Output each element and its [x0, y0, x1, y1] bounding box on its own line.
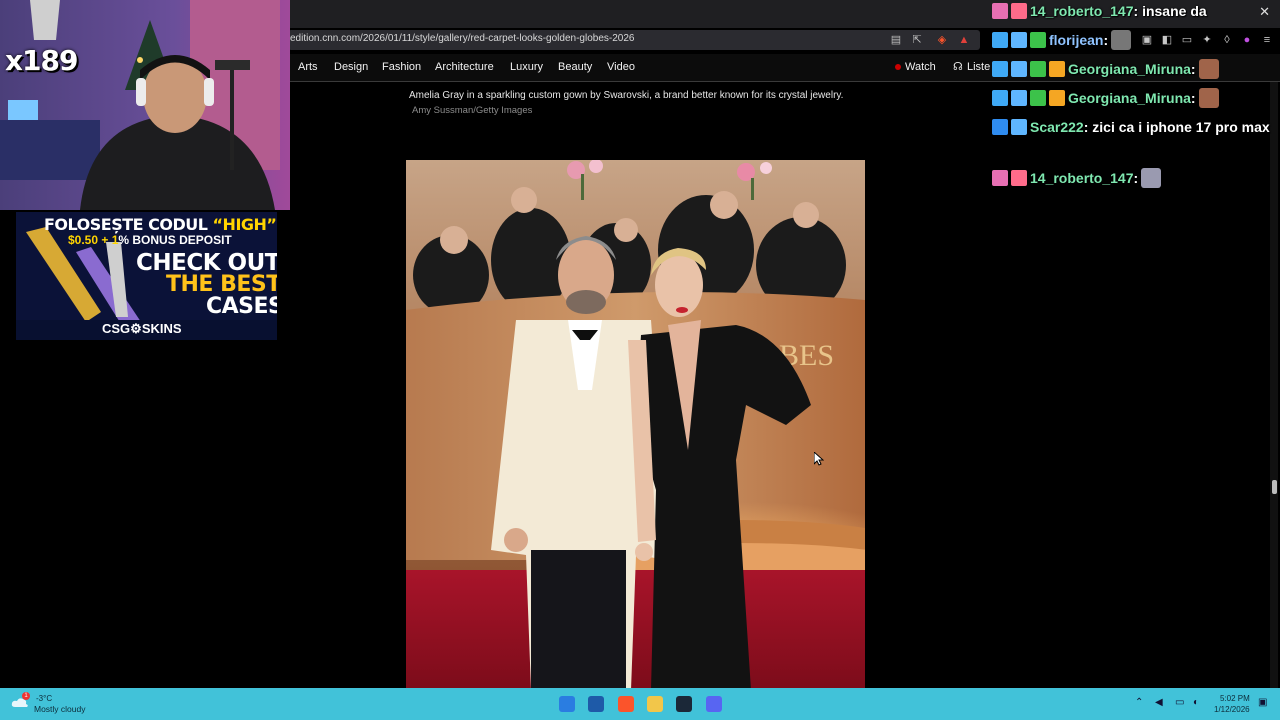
- bits-badge-icon: [1049, 61, 1065, 77]
- nav-item-video[interactable]: Video: [607, 61, 635, 73]
- sponsor-ad-banner[interactable]: FOLOSEȘTE CODUL “HIGH” $0.50 + 1% BONUS …: [16, 212, 277, 340]
- mod-badge-icon: [1011, 61, 1027, 77]
- mod-badge-icon: [1011, 32, 1027, 48]
- ad-promo-text: FOLOSEȘTE CODUL: [44, 215, 213, 234]
- chat-message: Georgiana_Miruna:: [992, 87, 1272, 110]
- badge-icon: [992, 32, 1008, 48]
- emote-icon: [1111, 30, 1132, 50]
- chat-separator: :: [1133, 170, 1139, 186]
- red-carpet-photo-illustration: BES: [406, 160, 865, 690]
- ad-brand-logo: CSG⚙SKINS: [102, 321, 182, 336]
- badge-icon: [992, 90, 1008, 106]
- badge-icon: [992, 3, 1008, 19]
- chat-text: zici ca i iphone 17 pro max: [1088, 119, 1270, 135]
- chat-message: 14_roberto_147:: [992, 167, 1272, 190]
- ad-promo-code: FOLOSEȘTE CODUL “HIGH”: [44, 215, 277, 234]
- headphones-icon[interactable]: ☊: [953, 60, 963, 73]
- streamer-webcam-illustration: [0, 0, 290, 210]
- scrollbar-thumb[interactable]: [1272, 480, 1277, 494]
- file-explorer-icon[interactable]: [647, 696, 663, 712]
- rewards-icon[interactable]: ▲: [957, 33, 971, 47]
- ad-promo-code-value: “HIGH”: [212, 215, 277, 234]
- emote-icon: [1198, 88, 1219, 108]
- chat-separator: :: [1190, 90, 1196, 106]
- photo-credit: Amy Sussman/Getty Images: [412, 105, 533, 116]
- chat-username[interactable]: Georgiana_Miruna: [1068, 90, 1191, 106]
- chat-text: insane da: [1138, 3, 1207, 19]
- screen: ✕ edition.cnn.com/2026/01/11/style/galle…: [0, 0, 1280, 720]
- notification-icon[interactable]: ▣: [1258, 697, 1267, 708]
- nav-item-beauty[interactable]: Beauty: [558, 61, 592, 73]
- mod-badge-icon: [1011, 119, 1027, 135]
- network-icon[interactable]: ▭: [1175, 697, 1184, 708]
- notification-badge: 1: [22, 692, 30, 700]
- ad-bonus-amount: $0.50 + 1: [68, 233, 119, 247]
- chat-message: Scar222: zici ca i iphone 17 pro max: [992, 116, 1272, 139]
- mouse-cursor-icon: [814, 452, 824, 466]
- stream-counter: x189: [5, 44, 79, 77]
- nav-item-fashion[interactable]: Fashion: [382, 61, 421, 73]
- brave-browser-icon[interactable]: [618, 696, 634, 712]
- chat-username[interactable]: 14_roberto_147: [1030, 3, 1134, 19]
- share-icon[interactable]: ⇱: [910, 33, 924, 47]
- start-icon[interactable]: [559, 696, 575, 712]
- emote-icon: [1141, 168, 1162, 188]
- reader-mode-icon[interactable]: ▤: [889, 33, 903, 47]
- chat-username[interactable]: Georgiana_Miruna: [1068, 61, 1191, 77]
- chat-message: 14_roberto_147: insane da: [992, 0, 1272, 23]
- chat-username[interactable]: florijean: [1049, 32, 1103, 48]
- weather-description[interactable]: Mostly cloudy: [34, 704, 86, 714]
- chat-message: Georgiana_Miruna:: [992, 58, 1272, 81]
- gallery-photo: BES: [406, 160, 865, 690]
- emote-icon: [1198, 59, 1219, 79]
- sub-badge-icon: [1030, 61, 1046, 77]
- chat-separator: :: [1190, 61, 1196, 77]
- watch-link[interactable]: Watch: [905, 61, 936, 73]
- steam-icon[interactable]: [676, 696, 692, 712]
- chevron-up-icon[interactable]: ⌃: [1135, 697, 1143, 708]
- chat-message: florijean:: [992, 29, 1272, 52]
- brave-shield-icon[interactable]: ◈: [935, 33, 949, 47]
- sword-badge-icon: [992, 119, 1008, 135]
- ad-cases: CASES: [206, 294, 277, 319]
- clock-date[interactable]: 1/12/2026: [1214, 705, 1250, 714]
- clock-time[interactable]: 5:02 PM: [1220, 694, 1250, 703]
- url-text: edition.cnn.com/2026/01/11/style/gallery…: [290, 33, 635, 44]
- speaker-icon[interactable]: ◀: [1155, 697, 1163, 708]
- webcam-overlay: x189: [0, 0, 290, 210]
- ad-bonus: $0.50 + 1% BONUS DEPOSIT: [68, 233, 232, 247]
- photo-caption: Amelia Gray in a sparkling custom gown b…: [409, 90, 844, 101]
- chat-separator: :: [1103, 32, 1109, 48]
- badge-icon: [992, 170, 1008, 186]
- sub-badge-icon: [1030, 90, 1046, 106]
- weather-temperature[interactable]: -3°C: [36, 694, 52, 703]
- mod-badge-icon: [1011, 90, 1027, 106]
- nav-item-architecture[interactable]: Architecture: [435, 61, 494, 73]
- nav-item-design[interactable]: Design: [334, 61, 368, 73]
- listen-link[interactable]: Liste: [967, 61, 990, 73]
- taskbar: [0, 688, 1280, 720]
- badge-icon: [992, 61, 1008, 77]
- chat-username[interactable]: Scar222: [1030, 119, 1084, 135]
- gift-badge-icon: [1011, 3, 1027, 19]
- volume-icon[interactable]: ◐: [1193, 697, 1199, 708]
- address-bar[interactable]: edition.cnn.com/2026/01/11/style/gallery…: [288, 30, 980, 50]
- discord-icon[interactable]: [706, 696, 722, 712]
- nav-item-arts[interactable]: Arts: [298, 61, 318, 73]
- sub-badge-icon: [1030, 32, 1046, 48]
- ad-bonus-text: % BONUS DEPOSIT: [118, 233, 232, 247]
- gift-badge-icon: [1011, 170, 1027, 186]
- bits-badge-icon: [1049, 90, 1065, 106]
- chat-username[interactable]: 14_roberto_147: [1030, 170, 1134, 186]
- task-view-icon[interactable]: [588, 696, 604, 712]
- nav-item-luxury[interactable]: Luxury: [510, 61, 543, 73]
- live-dot-icon: [895, 64, 901, 70]
